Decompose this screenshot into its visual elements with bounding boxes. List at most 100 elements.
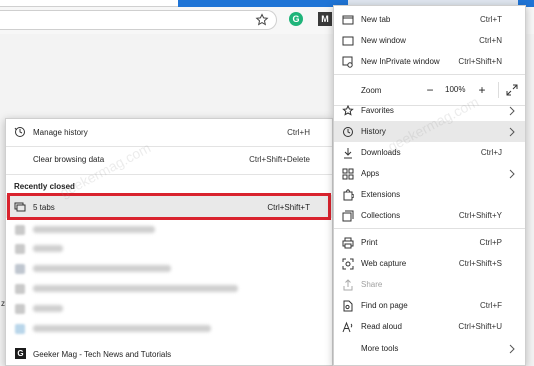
- inprivate-icon: [342, 56, 354, 68]
- geeker-mag-favicon: G: [15, 348, 26, 359]
- menu-item-label: Find on page: [361, 301, 408, 310]
- blurred-title: [33, 285, 238, 292]
- recently-closed-heading: Recently closed: [14, 182, 75, 191]
- clear-browsing-data-item[interactable]: Clear browsing data Ctrl+Shift+Delete: [6, 148, 332, 170]
- read-aloud-icon: [342, 321, 354, 333]
- menu-item-web-capture[interactable]: Web capture Ctrl+Shift+S: [334, 253, 525, 274]
- menu-item-shortcut: Ctrl+Shift+U: [458, 322, 502, 331]
- menu-item-label: Read aloud: [361, 322, 402, 331]
- menu-item-shortcut: Ctrl+F: [480, 301, 502, 310]
- zoom-in-button[interactable]: +: [474, 82, 490, 98]
- menu-item-shortcut: Ctrl+T: [480, 15, 502, 24]
- site-favicon-icon: [15, 324, 25, 334]
- favorite-star-icon[interactable]: [255, 13, 269, 27]
- history-submenu: Manage history Ctrl+H Clear browsing dat…: [5, 118, 333, 366]
- favorites-icon: [342, 104, 354, 117]
- menu-item-shortcut: Ctrl+P: [479, 238, 502, 247]
- geeker-mag-history-item[interactable]: G Geeker Mag - Tech News and Tutorials: [6, 343, 332, 365]
- menu-item-shortcut: Ctrl+Shift+S: [458, 259, 502, 268]
- new-window-icon: [342, 35, 354, 47]
- apps-grid-icon: [342, 168, 354, 180]
- grammarly-extension-icon[interactable]: G: [289, 12, 303, 26]
- blurred-history-item[interactable]: [6, 319, 332, 338]
- site-favicon-icon: [15, 225, 25, 235]
- menu-item-read-aloud[interactable]: Read aloud Ctrl+Shift+U: [334, 316, 525, 337]
- settings-menu: New tab Ctrl+T New window Ctrl+N New InP…: [333, 5, 526, 366]
- blurred-history-item[interactable]: [6, 259, 332, 278]
- geeker-mag-label: Geeker Mag - Tech News and Tutorials: [33, 350, 172, 359]
- zoom-label: Zoom: [361, 86, 382, 95]
- manage-history-icon: [14, 126, 26, 138]
- history-divider: [6, 146, 332, 147]
- manage-history-label: Manage history: [33, 128, 88, 137]
- menu-item-share: Share: [334, 274, 525, 295]
- menu-item-label: Downloads: [361, 148, 401, 157]
- new-tab-icon: [342, 14, 354, 26]
- menu-item-label: History: [361, 127, 386, 136]
- highlight-annotation-box: [7, 193, 331, 220]
- menu-item-label: Apps: [361, 169, 380, 178]
- site-favicon-icon: [15, 284, 25, 294]
- chevron-right-icon: [508, 168, 516, 182]
- chevron-right-icon: [508, 105, 516, 119]
- chevron-right-icon: [508, 343, 516, 357]
- menu-item-shortcut: Ctrl+N: [479, 36, 502, 45]
- printer-icon: [342, 237, 354, 249]
- mendeley-extension-icon[interactable]: M: [318, 12, 332, 26]
- menu-item-collections[interactable]: Collections Ctrl+Shift+Y: [334, 205, 525, 226]
- blurred-title: [33, 245, 63, 252]
- collections-icon: [342, 210, 354, 222]
- blurred-history-item[interactable]: [6, 279, 332, 298]
- menu-item-new-window[interactable]: New window Ctrl+N: [334, 30, 525, 51]
- clear-browsing-data-shortcut: Ctrl+Shift+Delete: [249, 155, 310, 164]
- blurred-title: [33, 226, 155, 233]
- menu-item-apps[interactable]: Apps: [334, 163, 525, 184]
- menu-item-label: Share: [361, 280, 383, 289]
- menu-item-label: New window: [361, 36, 406, 45]
- blurred-title: [33, 265, 171, 272]
- active-tab[interactable]: [0, 0, 178, 7]
- tab-strip-accent: [178, 0, 348, 7]
- site-favicon-icon: [15, 244, 25, 254]
- download-icon: [342, 147, 354, 159]
- menu-item-label: Web capture: [361, 259, 407, 268]
- zoom-level: 100%: [445, 85, 466, 94]
- find-on-page-icon: [342, 300, 354, 312]
- menu-item-label: New tab: [361, 15, 391, 24]
- site-favicon-icon: [15, 304, 25, 314]
- address-bar[interactable]: [0, 10, 277, 30]
- menu-item-new-inprivate-window[interactable]: New InPrivate window Ctrl+Shift+N: [334, 51, 525, 72]
- menu-item-new-tab[interactable]: New tab Ctrl+T: [334, 9, 525, 30]
- blurred-history-item[interactable]: [6, 239, 332, 258]
- menu-item-label: Print: [361, 238, 378, 247]
- puzzle-piece-icon: [342, 189, 355, 201]
- manage-history-item[interactable]: Manage history Ctrl+H: [6, 121, 332, 143]
- menu-divider: [334, 228, 525, 229]
- chevron-right-icon: [508, 126, 516, 140]
- menu-item-label: Favorites: [361, 106, 394, 115]
- blurred-title: [33, 325, 211, 332]
- zoom-divider: [498, 82, 499, 98]
- menu-item-print[interactable]: Print Ctrl+P: [334, 232, 525, 253]
- menu-item-label: Extensions: [361, 190, 401, 199]
- site-favicon-icon: [15, 264, 25, 274]
- fullscreen-icon[interactable]: [506, 84, 518, 98]
- zoom-out-button[interactable]: −: [422, 82, 438, 98]
- menu-item-favorites[interactable]: Favorites: [334, 100, 525, 121]
- blurred-history-item[interactable]: [6, 220, 332, 239]
- menu-item-history[interactable]: History: [334, 121, 525, 142]
- menu-item-extensions[interactable]: Extensions: [334, 184, 525, 205]
- menu-item-label: More tools: [361, 344, 399, 353]
- menu-item-downloads[interactable]: Downloads Ctrl+J: [334, 142, 525, 163]
- blurred-history-item[interactable]: [6, 299, 332, 318]
- menu-item-shortcut: Ctrl+J: [480, 148, 502, 157]
- menu-item-find-on-page[interactable]: Find on page Ctrl+F: [334, 295, 525, 316]
- menu-divider: [334, 74, 525, 75]
- history-icon: [342, 126, 354, 138]
- menu-item-more-tools[interactable]: More tools: [334, 338, 525, 359]
- blurred-title: [33, 305, 63, 312]
- menu-item-label: New InPrivate window: [361, 57, 440, 66]
- menu-item-shortcut: Ctrl+Shift+Y: [458, 211, 502, 220]
- menu-item-shortcut: Ctrl+Shift+N: [458, 57, 502, 66]
- share-icon: [342, 279, 354, 291]
